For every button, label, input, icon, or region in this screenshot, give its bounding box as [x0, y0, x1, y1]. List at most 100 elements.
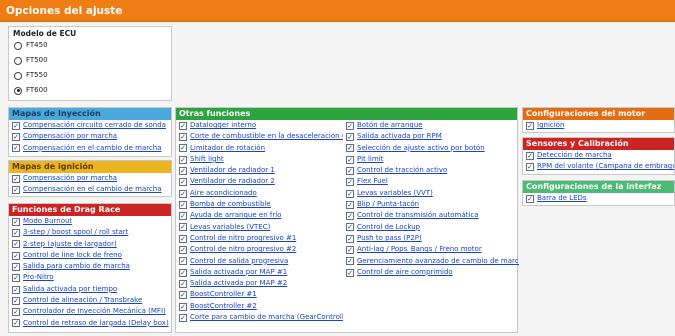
other-fn-option-label[interactable]: Levas variables (VTEC) — [190, 223, 270, 231]
checkbox-checked-icon[interactable]: ✓ — [12, 186, 20, 195]
other-fn-option-label[interactable]: Control de nitro progresivo #1 — [190, 234, 296, 242]
drag-race-option-salida-activada-por-tiempo[interactable]: ✓ Salida activada por tiempo — [9, 284, 171, 295]
other-fn-option-label[interactable]: Ventilador de radiador 1 — [190, 166, 275, 174]
checkbox-checked-icon[interactable]: ✓ — [12, 251, 20, 260]
other-fn-option-label[interactable]: Salida activada por MAP #2 — [190, 279, 287, 287]
checkbox-checked-icon[interactable]: ✓ — [12, 296, 20, 305]
other-fn-option-label[interactable]: Limitador de rotación — [190, 144, 265, 152]
drag-race-option-label[interactable]: Salida para cambio de marcha — [23, 262, 130, 270]
checkbox-checked-icon[interactable]: ✓ — [12, 174, 20, 183]
ecu-option-label[interactable]: FT450 — [26, 41, 48, 49]
other-fn-option-control-de-nitro-progresivo-1[interactable]: ✓ Control de nitro progresivo #1 — [176, 233, 343, 244]
checkbox-checked-icon[interactable]: ✓ — [526, 194, 534, 203]
ecu-option-label[interactable]: FT500 — [26, 56, 48, 64]
injection-map-option-compensacion-en-el-cambio-de-marcha[interactable]: ✓ Compensación en el cambio de marcha — [9, 143, 171, 154]
other-fn-option-label[interactable]: BoostController #2 — [190, 302, 257, 310]
drag-race-option-label[interactable]: Salida activada por tiempo — [23, 285, 117, 293]
sensor-option-deteccion-de-marcha[interactable]: ✓ Detección de marcha — [523, 150, 674, 161]
other-fn-option-datalogger-interno[interactable]: ✓ Datalogger interno — [176, 120, 343, 131]
other-fn2-option-push-to-pass-p2p[interactable]: ✓ Push to pass (P2P) — [343, 233, 519, 244]
other-fn-option-label[interactable]: Control de nitro progresivo #2 — [190, 245, 296, 253]
other-fn-option-label[interactable]: Aire acondicionado — [190, 189, 257, 197]
checkbox-checked-icon[interactable]: ✓ — [12, 121, 20, 130]
other-fn2-option-flex-fuel[interactable]: ✓ Flex Fuel — [343, 176, 519, 187]
drag-race-option-label[interactable]: Pro-Nitro — [23, 273, 54, 281]
other-fn2-option-control-de-transmision-automatica[interactable]: ✓ Control de transmisión automática — [343, 210, 519, 221]
checkbox-checked-icon[interactable]: ✓ — [179, 144, 187, 153]
checkbox-checked-icon[interactable]: ✓ — [179, 234, 187, 243]
other-fn-option-ventilador-de-radiador-2[interactable]: ✓ Ventilador de radiador 2 — [176, 176, 343, 187]
other-fn-option-ayuda-de-arranque-en-frio[interactable]: ✓ Ayuda de arranque en frío — [176, 210, 343, 221]
checkbox-checked-icon[interactable]: ✓ — [179, 223, 187, 232]
radio-selected-icon[interactable] — [14, 86, 22, 95]
checkbox-checked-icon[interactable]: ✓ — [179, 133, 187, 142]
interface-option-barra-de-leds[interactable]: ✓ Barra de LEDs — [523, 193, 674, 204]
injection-map-option-label[interactable]: Compensación por marcha — [23, 132, 117, 140]
drag-race-option-label[interactable]: Controlador de Inyección Mecánica (MFI) — [23, 307, 166, 315]
other-fn-option-label[interactable]: Shift light — [190, 155, 224, 163]
other-fn-option-ventilador-de-radiador-1[interactable]: ✓ Ventilador de radiador 1 — [176, 165, 343, 176]
checkbox-checked-icon[interactable]: ✓ — [526, 151, 534, 160]
other-fn2-option-label[interactable]: Control de Lockup — [357, 223, 420, 231]
ecu-option-ft600[interactable]: FT600 — [9, 83, 171, 98]
injection-map-option-compensacion-circuito-cerrado-de-sonda[interactable]: ✓ Compensación circuito cerrado de sonda — [9, 120, 171, 131]
other-fn-option-corte-de-combustible-en-la-desaceleracio[interactable]: ✓ Corte de combustible en la desaceleraci… — [176, 131, 343, 142]
checkbox-checked-icon[interactable]: ✓ — [179, 279, 187, 288]
other-fn-option-boostcontroller-2[interactable]: ✓ BoostController #2 — [176, 301, 343, 312]
sensor-option-label[interactable]: Detección de marcha — [537, 151, 612, 159]
other-fn2-option-label[interactable]: Botón de arranque — [357, 121, 423, 129]
other-fn-option-boostcontroller-1[interactable]: ✓ BoostController #1 — [176, 289, 343, 300]
checkbox-checked-icon[interactable]: ✓ — [179, 212, 187, 221]
other-fn-option-shift-light[interactable]: ✓ Shift light — [176, 154, 343, 165]
injection-map-option-compensacion-por-marcha[interactable]: ✓ Compensación por marcha — [9, 131, 171, 142]
checkbox-checked-icon[interactable]: ✓ — [12, 308, 20, 317]
drag-race-option-controlador-de-inyeccion-mecanica-mfi[interactable]: ✓ Controlador de Inyección Mecánica (MFI) — [9, 306, 171, 317]
other-fn2-option-gerenciamiento-avanzado-de-cambio-de-mar[interactable]: ✓ Gerenciamiento avanzado de cambio de ma… — [343, 256, 519, 267]
checkbox-checked-icon[interactable]: ✓ — [346, 121, 354, 130]
other-fn-option-label[interactable]: Datalogger interno — [190, 121, 256, 129]
checkbox-checked-icon[interactable]: ✓ — [179, 302, 187, 311]
checkbox-checked-icon[interactable]: ✓ — [179, 246, 187, 255]
other-fn2-option-label[interactable]: Push to pass (P2P) — [357, 234, 422, 242]
checkbox-checked-icon[interactable]: ✓ — [12, 262, 20, 271]
ignition-map-option-compensacion-en-el-cambio-de-marcha[interactable]: ✓ Compensación en el cambio de marcha — [9, 184, 171, 195]
checkbox-checked-icon[interactable]: ✓ — [346, 212, 354, 221]
checkbox-checked-icon[interactable]: ✓ — [12, 240, 20, 249]
drag-race-option-label[interactable]: 2-step (ajuste de largador) — [23, 240, 117, 248]
ecu-option-label[interactable]: FT550 — [26, 71, 48, 79]
checkbox-checked-icon[interactable]: ✓ — [346, 200, 354, 209]
other-fn-option-salida-activada-por-map-1[interactable]: ✓ Salida activada por MAP #1 — [176, 267, 343, 278]
checkbox-checked-icon[interactable]: ✓ — [346, 144, 354, 153]
drag-race-option-control-de-retraso-de-largada-delay-box[interactable]: ✓ Control de retraso de largada (Delay bo… — [9, 318, 171, 329]
other-fn-option-label[interactable]: Ayuda de arranque en frío — [190, 211, 281, 219]
injection-map-option-label[interactable]: Compensación circuito cerrado de sonda — [23, 121, 166, 129]
checkbox-checked-icon[interactable]: ✓ — [346, 223, 354, 232]
checkbox-checked-icon[interactable]: ✓ — [179, 291, 187, 300]
ecu-option-ft500[interactable]: FT500 — [9, 53, 171, 68]
ecu-option-label[interactable]: FT600 — [26, 86, 48, 94]
engine-option-ignicion[interactable]: ✓ Ignición — [523, 120, 674, 131]
other-fn2-option-seleccion-de-ajuste-activo-por-boton[interactable]: ✓ Selección de ajuste activo por botón — [343, 143, 519, 154]
other-fn2-option-label[interactable]: Pit limit — [357, 155, 383, 163]
drag-race-option-modo-burnout[interactable]: ✓ Modo Burnout — [9, 216, 171, 227]
drag-race-option-label[interactable]: Control de alineación / Transbrake — [23, 296, 142, 304]
drag-race-option-label[interactable]: 3-step / boost spool / roll start — [23, 228, 128, 236]
other-fn-option-corte-para-cambio-de-marcha-gearcontroll[interactable]: ✓ Corte para cambio de marcha (GearContro… — [176, 312, 343, 323]
other-fn2-option-label[interactable]: Blip / Punta-tacón — [357, 200, 419, 208]
checkbox-checked-icon[interactable]: ✓ — [12, 319, 20, 328]
other-fn2-option-anti-lag-pops-bangs-freno-motor[interactable]: ✓ Anti-lag / Pops_Bangs / Freno motor — [343, 244, 519, 255]
other-fn2-option-levas-variables-vvt[interactable]: ✓ Levas variables (VVT) — [343, 188, 519, 199]
other-fn-option-label[interactable]: Ventilador de radiador 2 — [190, 177, 275, 185]
other-fn-option-label[interactable]: Control de salida progresiva — [190, 257, 288, 265]
other-fn2-option-salida-activada-por-rpm[interactable]: ✓ Salida activada por RPM — [343, 131, 519, 142]
drag-race-option-control-de-alineacion-transbrake[interactable]: ✓ Control de alineación / Transbrake — [9, 295, 171, 306]
other-fn-option-label[interactable]: Salida activada por MAP #1 — [190, 268, 287, 276]
checkbox-checked-icon[interactable]: ✓ — [12, 285, 20, 294]
radio-unselected-icon[interactable] — [14, 41, 22, 50]
checkbox-checked-icon[interactable]: ✓ — [179, 268, 187, 277]
other-fn2-option-label[interactable]: Control de tracción activo — [357, 166, 447, 174]
checkbox-checked-icon[interactable]: ✓ — [346, 268, 354, 277]
ignition-map-option-compensacion-por-marcha[interactable]: ✓ Compensación por marcha — [9, 173, 171, 184]
checkbox-checked-icon[interactable]: ✓ — [346, 189, 354, 198]
checkbox-checked-icon[interactable]: ✓ — [346, 234, 354, 243]
